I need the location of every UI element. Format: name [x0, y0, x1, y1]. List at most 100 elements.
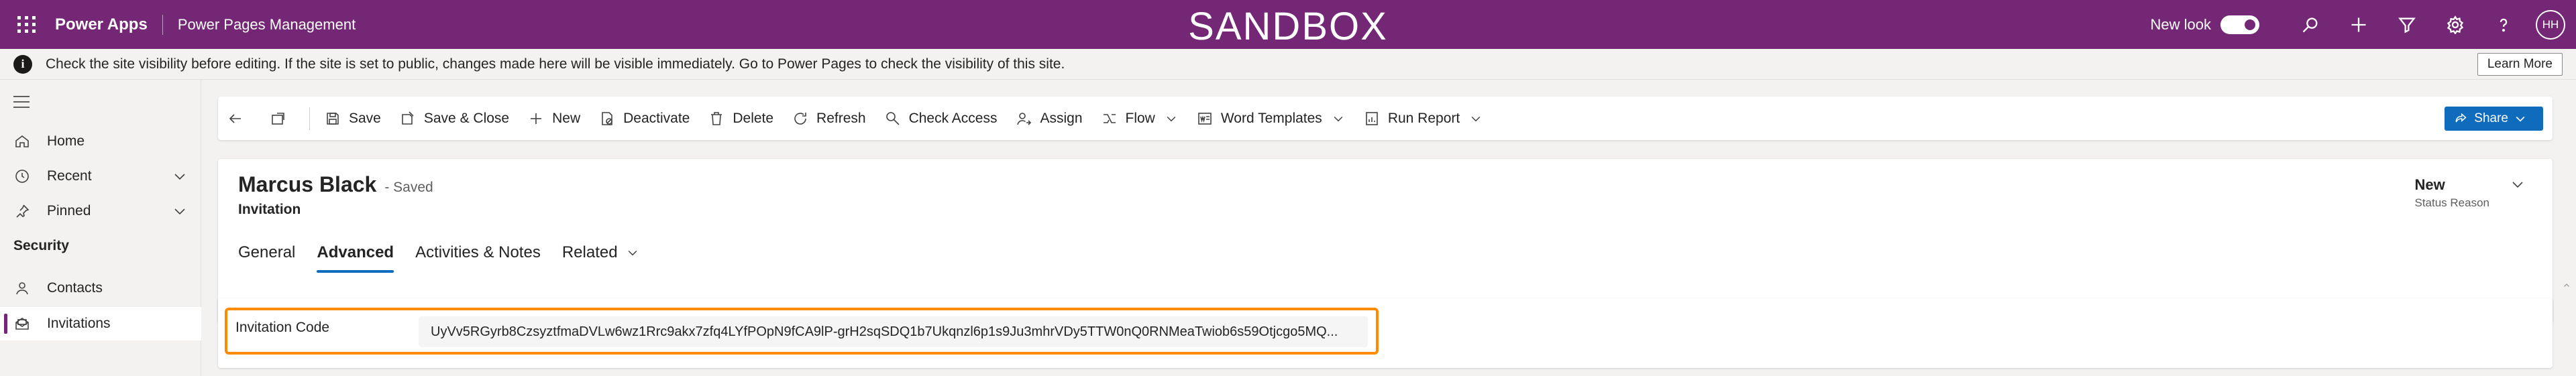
notification-text: Check the site visibility before editing… — [46, 56, 1065, 72]
new-label: New — [552, 110, 581, 126]
deactivate-icon — [602, 111, 612, 125]
save-close-icon — [402, 111, 414, 125]
sidebar: Home Recent Pinned Security Contacts Inv… — [0, 80, 201, 376]
sidebar-item-home[interactable]: Home — [0, 125, 201, 158]
advanced-section: Invitation Code UyVv5RGyrb8CzsyztfmaDVLw… — [218, 298, 2553, 368]
sidebar-item-recent[interactable]: Recent — [0, 160, 201, 193]
chevron-down-icon — [628, 250, 637, 256]
save-close-label: Save & Close — [423, 110, 510, 126]
status-reason-label: Status Reason — [2414, 196, 2489, 209]
search-icon[interactable] — [2286, 0, 2334, 49]
command-bar: Save Save & Close New Deactivate Delete … — [218, 97, 2553, 140]
notification-bar: i Check the site visibility before editi… — [0, 49, 2576, 80]
deactivate-button[interactable]: Deactivate — [590, 97, 699, 140]
open-in-new-window-button[interactable] — [261, 97, 304, 140]
delete-button[interactable]: Delete — [699, 97, 783, 140]
invitation-code-highlight: Invitation Code UyVv5RGyrb8CzsyztfmaDVLw… — [225, 308, 1379, 355]
flow-button[interactable]: Flow — [1092, 97, 1187, 140]
person-icon — [12, 280, 32, 296]
status-reason-field[interactable]: New Status Reason — [2414, 176, 2526, 210]
new-look-toggle[interactable] — [2220, 15, 2259, 34]
hamburger-menu-icon[interactable] — [13, 96, 30, 112]
home-icon — [12, 133, 32, 149]
info-icon: i — [13, 54, 32, 74]
chevron-down-icon — [1334, 116, 1343, 121]
share-icon — [2455, 113, 2467, 123]
new-look-label: New look — [2150, 15, 2211, 33]
form-tabs: General Advanced Activities & Notes Rela… — [238, 233, 661, 273]
delete-label: Delete — [733, 110, 774, 126]
assign-button[interactable]: Assign — [1006, 97, 1091, 140]
filter-icon[interactable] — [2383, 0, 2431, 49]
sidebar-item-label: Contacts — [47, 280, 103, 296]
save-icon — [327, 112, 339, 125]
save-close-button[interactable]: Save & Close — [390, 97, 519, 140]
tab-related[interactable]: Related — [562, 233, 639, 273]
status-reason-value: New — [2414, 176, 2445, 193]
chevron-down-icon — [2516, 116, 2525, 122]
sidebar-item-label: Pinned — [47, 203, 91, 218]
person-assign-icon — [1017, 112, 1032, 125]
word-template-icon — [1198, 112, 1212, 125]
record-title: Marcus Black — [238, 172, 377, 196]
sidebar-item-label: Home — [47, 133, 85, 149]
tab-activities-notes[interactable]: Activities & Notes — [415, 233, 541, 273]
chevron-down-icon[interactable] — [172, 168, 188, 184]
save-status: - Saved — [384, 180, 433, 195]
arrow-left-icon — [229, 113, 241, 123]
plus-icon[interactable] — [2334, 0, 2383, 49]
chevron-down-icon[interactable] — [2510, 176, 2526, 192]
main-content: Save Save & Close New Deactivate Delete … — [201, 80, 2576, 376]
refresh-button[interactable]: Refresh — [783, 97, 875, 140]
sidebar-item-pinned[interactable]: Pinned — [0, 194, 201, 228]
tab-related-label: Related — [561, 243, 618, 261]
share-label: Share — [2474, 111, 2508, 125]
open-window-icon — [272, 112, 284, 125]
scroll-up-icon[interactable] — [2563, 281, 2571, 290]
mail-open-icon — [12, 316, 32, 332]
assign-label: Assign — [1040, 110, 1083, 126]
check-access-button[interactable]: Check Access — [875, 97, 1007, 140]
word-templates-button[interactable]: Word Templates — [1187, 97, 1354, 140]
run-report-button[interactable]: Run Report — [1354, 97, 1492, 140]
trash-icon — [711, 111, 722, 125]
sidebar-item-invitations[interactable]: Invitations — [0, 307, 201, 340]
chevron-down-icon[interactable] — [172, 203, 188, 219]
record-entity-name: Invitation — [238, 202, 301, 217]
header-divider — [162, 14, 163, 35]
check-access-label: Check Access — [908, 110, 998, 126]
pin-icon — [12, 203, 32, 219]
app-name[interactable]: Power Apps — [55, 15, 148, 34]
save-button[interactable]: Save — [315, 97, 390, 140]
plus-icon — [531, 113, 542, 124]
tab-general[interactable]: General — [238, 233, 295, 273]
header-actions: New look HH — [2151, 0, 2576, 49]
refresh-label: Refresh — [816, 110, 866, 126]
new-button[interactable]: New — [519, 97, 590, 140]
gear-icon[interactable] — [2431, 0, 2479, 49]
learn-more-button[interactable]: Learn More — [2477, 53, 2563, 76]
back-button[interactable] — [218, 97, 261, 140]
sidebar-item-label: Invitations — [47, 316, 111, 331]
area-name[interactable]: Power Pages Management — [178, 16, 356, 34]
refresh-icon — [794, 112, 806, 125]
chevron-down-icon — [1471, 116, 1481, 121]
run-report-label: Run Report — [1387, 110, 1460, 126]
app-header: Power Apps Power Pages Management SANDBO… — [0, 0, 2576, 49]
flow-icon — [1103, 113, 1116, 123]
tab-advanced[interactable]: Advanced — [317, 233, 394, 273]
deactivate-label: Deactivate — [623, 110, 690, 126]
user-avatar[interactable]: HH — [2536, 9, 2565, 40]
command-divider — [309, 107, 310, 130]
sidebar-section-title: Security — [13, 238, 69, 253]
chevron-down-icon — [1167, 116, 1176, 121]
invitation-code-field[interactable]: UyVv5RGyrb8CzsyztfmaDVLw6wz1Rrc9akx7zfq4… — [419, 316, 1368, 347]
save-label: Save — [349, 110, 381, 126]
app-launcher-icon[interactable] — [13, 11, 40, 38]
clock-icon — [12, 168, 32, 184]
key-search-icon — [885, 111, 900, 125]
help-icon[interactable] — [2479, 0, 2528, 49]
sidebar-item-contacts[interactable]: Contacts — [0, 271, 201, 305]
report-icon — [1366, 111, 1378, 125]
share-button[interactable]: Share — [2445, 107, 2543, 131]
